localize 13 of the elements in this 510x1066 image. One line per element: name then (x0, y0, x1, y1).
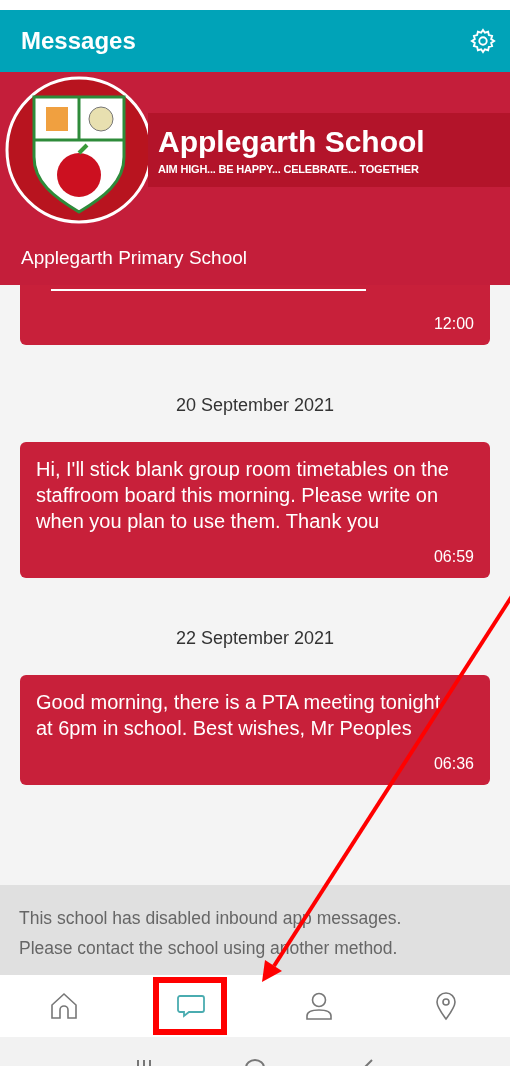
message-time: 06:36 (433, 755, 474, 773)
date-separator: 20 September 2021 (175, 395, 335, 416)
message-text: Good morning, there is a PTA meeting tonight at 6pm in school. Best wishes, Mr Peoples (36, 690, 442, 741)
screen-title: Messages (21, 27, 136, 55)
settings-icon[interactable] (469, 27, 497, 55)
message-text: Hi, I'll stick blank group room timetables on the staffroom board this morning. Please write on when you plan to use them. Thank you (36, 457, 450, 534)
date-separator: 22 September 2021 (175, 628, 335, 649)
school-motto: AIM HIGH... BE HAPPY... CELEBRATE... TOGETHER (158, 163, 420, 175)
message-time: 12:00 (433, 315, 474, 333)
school-name-label: Applegarth Primary School (21, 247, 248, 269)
school-name: Applegarth School (158, 125, 426, 159)
message-time: 06:59 (433, 548, 474, 566)
home-button-icon[interactable] (243, 1058, 267, 1066)
